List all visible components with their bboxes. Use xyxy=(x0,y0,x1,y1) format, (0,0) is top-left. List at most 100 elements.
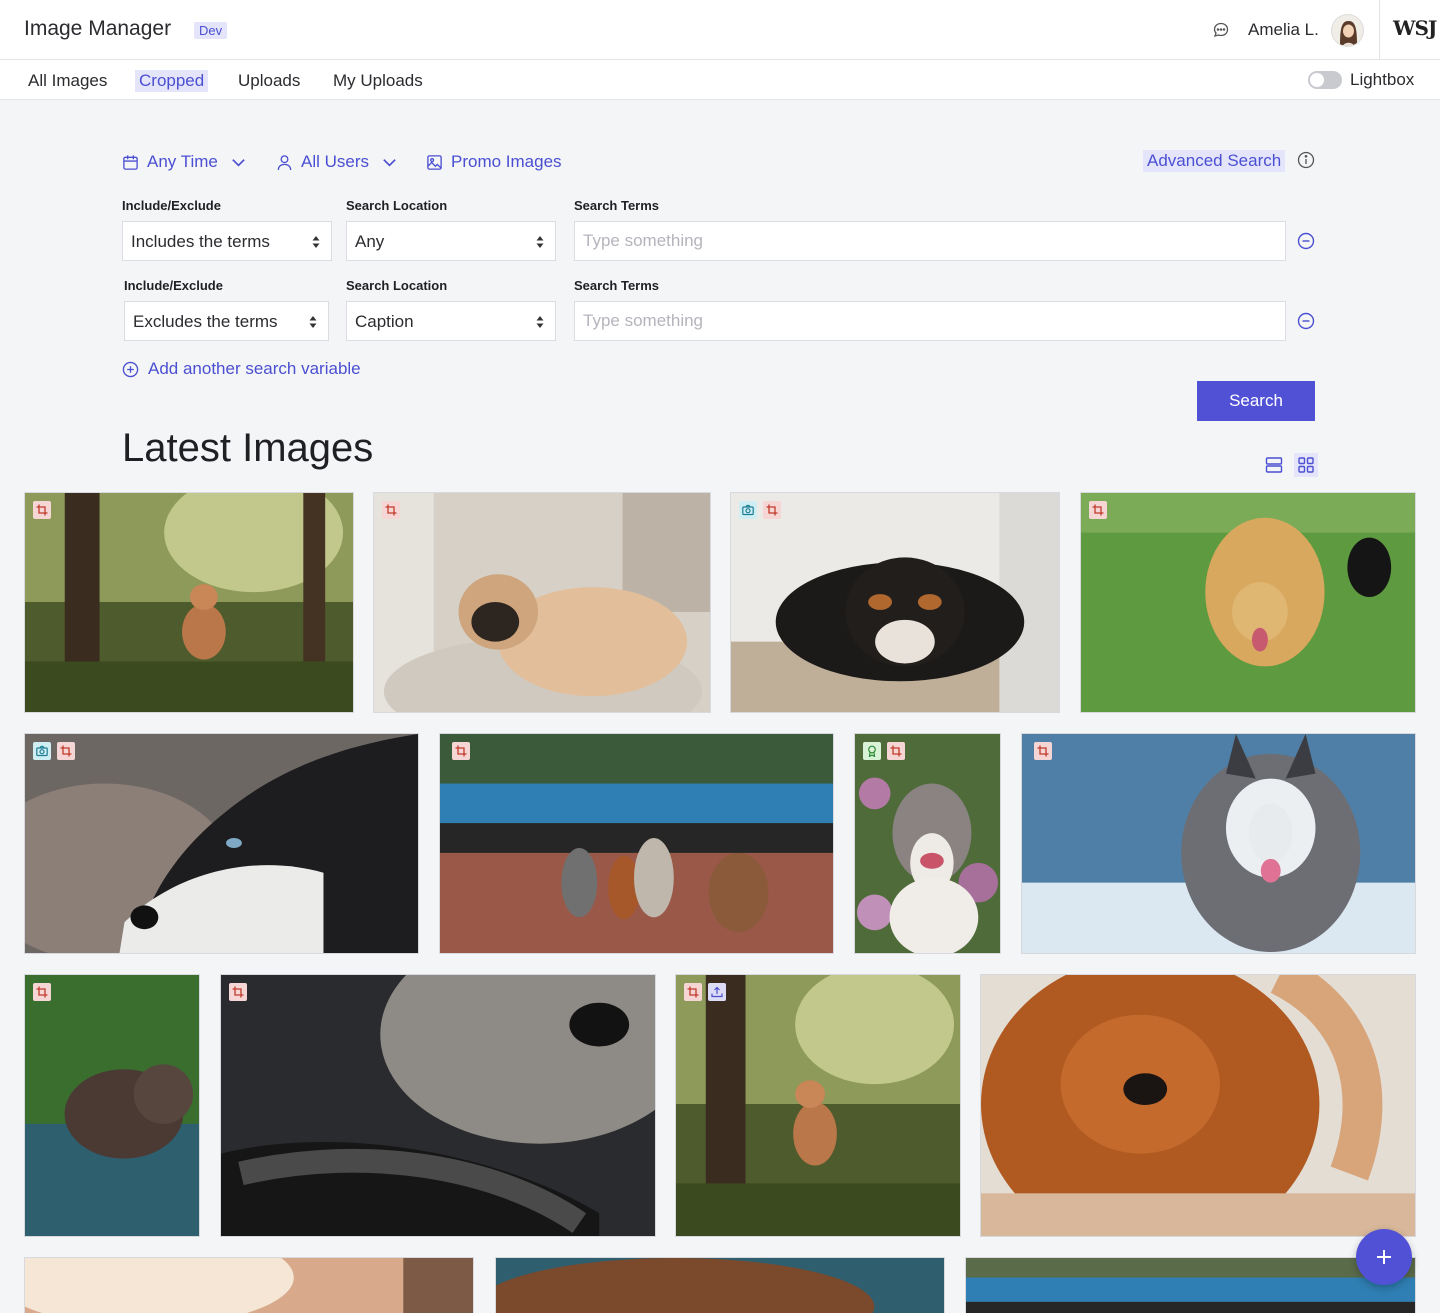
advanced-search-link[interactable]: Advanced Search xyxy=(1143,150,1286,172)
image-card[interactable] xyxy=(675,974,961,1237)
dog-photo xyxy=(496,1258,944,1313)
select-arrows-icon xyxy=(536,316,544,328)
image-card[interactable] xyxy=(495,1257,945,1313)
top-bar: Image Manager Dev Amelia L. WSJ xyxy=(0,0,1440,60)
search-terms-label: Search Terms xyxy=(574,198,660,213)
award-icon xyxy=(863,742,881,760)
image-card[interactable] xyxy=(730,492,1060,713)
crop-icon xyxy=(887,742,905,760)
dog-photo xyxy=(25,493,353,712)
include-exclude-select[interactable]: Excludes the terms xyxy=(124,301,329,341)
brand-divider xyxy=(1379,0,1380,60)
camera-icon xyxy=(33,742,51,760)
lightbox-label: Lightbox xyxy=(1350,70,1415,89)
dog-photo xyxy=(25,1258,473,1313)
calendar-icon xyxy=(123,154,138,170)
crop-icon xyxy=(1089,501,1107,519)
search-terms-label: Search Terms xyxy=(574,278,660,293)
crop-icon xyxy=(763,501,781,519)
image-card[interactable] xyxy=(965,1257,1416,1313)
image-card[interactable] xyxy=(1021,733,1416,954)
camera-icon xyxy=(739,501,757,519)
crop-icon xyxy=(382,501,400,519)
user-filter[interactable]: All Users xyxy=(276,151,398,173)
dog-photo xyxy=(374,493,710,712)
dog-photo xyxy=(855,734,1000,953)
crop-icon xyxy=(33,501,51,519)
image-card[interactable] xyxy=(1080,492,1416,713)
select-arrows-icon xyxy=(536,236,544,248)
image-card[interactable] xyxy=(24,733,419,954)
search-location-select[interactable]: Any xyxy=(346,221,556,261)
select-arrows-icon xyxy=(309,316,317,328)
avatar[interactable] xyxy=(1331,14,1364,47)
dog-photo xyxy=(440,734,833,953)
include-exclude-label: Include/Exclude xyxy=(122,198,221,213)
remove-row-icon[interactable] xyxy=(1297,232,1315,250)
user-name[interactable]: Amelia L. xyxy=(1248,20,1319,40)
user-filter-label: All Users xyxy=(301,152,370,171)
promo-filter[interactable]: Promo Images xyxy=(426,151,562,173)
crop-icon xyxy=(57,742,75,760)
crop-icon xyxy=(1034,742,1052,760)
lightbox-toggle[interactable] xyxy=(1308,71,1342,89)
search-terms-input[interactable] xyxy=(574,301,1286,341)
search-location-value: Any xyxy=(355,232,385,251)
image-icon xyxy=(427,154,442,170)
add-search-variable-label: Add another search variable xyxy=(148,359,361,378)
remove-row-icon[interactable] xyxy=(1297,312,1315,330)
crop-icon xyxy=(452,742,470,760)
dog-photo xyxy=(981,975,1415,1236)
include-exclude-value: Excludes the terms xyxy=(133,312,278,331)
include-exclude-select[interactable]: Includes the terms xyxy=(122,221,332,261)
dog-photo xyxy=(221,975,655,1236)
search-location-value: Caption xyxy=(355,312,414,331)
plus-icon xyxy=(1377,1250,1391,1264)
add-image-button[interactable] xyxy=(1356,1229,1412,1285)
promo-filter-label: Promo Images xyxy=(451,152,562,171)
image-card[interactable] xyxy=(24,1257,474,1313)
image-card[interactable] xyxy=(439,733,834,954)
crop-icon xyxy=(229,983,247,1001)
select-arrows-icon xyxy=(312,236,320,248)
search-terms-input[interactable] xyxy=(574,221,1286,261)
image-card[interactable] xyxy=(24,974,200,1237)
chat-icon[interactable] xyxy=(1212,21,1230,39)
section-title: Latest Images xyxy=(122,426,374,470)
tab-cropped[interactable]: Cropped xyxy=(135,70,209,92)
image-card[interactable] xyxy=(854,733,1001,954)
dog-photo xyxy=(25,734,418,953)
search-location-label: Search Location xyxy=(346,278,448,293)
include-exclude-value: Includes the terms xyxy=(131,232,270,251)
image-card[interactable] xyxy=(220,974,656,1237)
list-view-icon[interactable] xyxy=(1262,453,1286,477)
upload-icon xyxy=(708,983,726,1001)
time-filter[interactable]: Any Time xyxy=(122,151,247,173)
add-search-variable-button[interactable]: Add another search variable xyxy=(122,359,361,379)
toggle-knob xyxy=(1310,73,1324,87)
image-card[interactable] xyxy=(980,974,1416,1237)
image-card[interactable] xyxy=(373,492,711,713)
app-title: Image Manager xyxy=(24,17,172,40)
dog-photo xyxy=(676,975,960,1236)
tab-my-uploads[interactable]: My Uploads xyxy=(329,70,427,92)
dog-photo xyxy=(25,975,199,1236)
chevron-down-icon xyxy=(383,158,396,167)
tab-all-images[interactable]: All Images xyxy=(24,70,111,92)
brand-logo: WSJ xyxy=(1393,16,1437,40)
dog-photo xyxy=(1081,493,1415,712)
tab-uploads[interactable]: Uploads xyxy=(234,70,304,92)
crop-icon xyxy=(33,983,51,1001)
search-location-label: Search Location xyxy=(346,198,448,213)
image-card[interactable] xyxy=(24,492,354,713)
grid-view-icon[interactable] xyxy=(1294,453,1318,477)
nav-bar xyxy=(0,60,1440,100)
search-button[interactable]: Search xyxy=(1197,381,1315,421)
include-exclude-label: Include/Exclude xyxy=(124,278,223,293)
search-location-select[interactable]: Caption xyxy=(346,301,556,341)
chevron-down-icon xyxy=(232,158,245,167)
info-icon[interactable] xyxy=(1297,151,1315,169)
dog-photo xyxy=(1022,734,1415,953)
dog-photo xyxy=(966,1258,1415,1313)
environment-badge: Dev xyxy=(194,22,228,39)
